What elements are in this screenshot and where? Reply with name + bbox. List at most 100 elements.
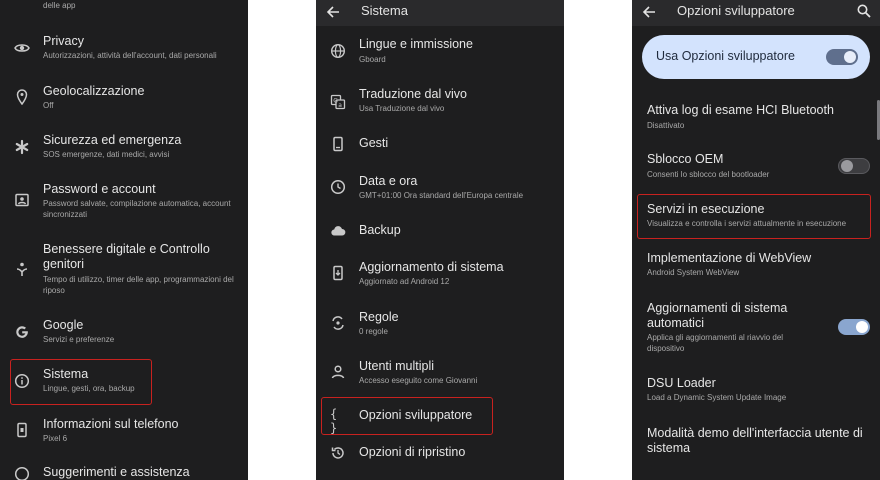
- list-item-live-translate[interactable]: Ga Traduzione dal vivo Usa Traduzione da…: [316, 84, 564, 120]
- list-item-languages[interactable]: Lingue e immissione Gboard: [316, 34, 564, 70]
- highlight-box-running-services: [637, 194, 871, 239]
- google-g-icon: [14, 323, 30, 339]
- item-title: Lingue e immissione: [359, 37, 473, 51]
- list-item-safety[interactable]: Sicurezza ed emergenza SOS emergenze, da…: [0, 129, 248, 165]
- item-subtitle: Autorizzazioni, attività dell'account, d…: [43, 51, 217, 60]
- privacy-eye-icon: [14, 40, 30, 56]
- item-title: Modalità demo dell'interfaccia utente di…: [647, 426, 863, 455]
- list-item-digital-wellbeing[interactable]: Benessere digitale e Controllo genitori …: [0, 238, 248, 300]
- highlight-box-developer-options: [321, 397, 493, 435]
- wellbeing-icon: [14, 261, 30, 277]
- master-toggle-label: Usa Opzioni sviluppatore: [656, 49, 795, 63]
- item-title: Gesti: [359, 136, 389, 150]
- item-title: Opzioni di ripristino: [359, 445, 466, 459]
- list-item-multiple-users[interactable]: Utenti multipli Accesso eseguito come Gi…: [316, 355, 564, 391]
- rules-icon: [330, 315, 346, 331]
- list-item-location[interactable]: Geolocalizzazione Off: [0, 80, 248, 116]
- item-subtitle: Tempo di utilizzo, timer delle app, prog…: [43, 275, 234, 295]
- list-item-demo-mode[interactable]: Modalità demo dell'interfaccia utente di…: [632, 423, 880, 463]
- list-item-auto-system-updates[interactable]: Aggiornamenti di sistema automatici Appl…: [632, 298, 880, 358]
- item-subtitle: Load a Dynamic System Update Image: [647, 393, 787, 402]
- location-pin-icon: [14, 89, 30, 105]
- item-subtitle: Password salvate, compilazione automatic…: [43, 199, 231, 219]
- system-settings-panel: Sistema Lingue e immissione Gboard Ga Tr…: [316, 0, 564, 480]
- item-subtitle: delle app: [43, 1, 76, 10]
- back-arrow-icon[interactable]: [642, 4, 656, 20]
- auto-updates-toggle[interactable]: [838, 319, 870, 335]
- translate-icon: Ga: [330, 94, 346, 110]
- list-item-help[interactable]: Suggerimenti e assistenza: [0, 462, 248, 480]
- item-title: Regole: [359, 310, 399, 324]
- list-item-backup[interactable]: Backup: [316, 219, 564, 243]
- list-item-dsu-loader[interactable]: DSU Loader Load a Dynamic System Update …: [632, 373, 880, 409]
- list-item-oem-unlock[interactable]: Sblocco OEM Consenti lo sblocco del boot…: [632, 149, 880, 185]
- highlight-box-system: [10, 359, 152, 405]
- developer-options-panel: Opzioni sviluppatore Usa Opzioni svilupp…: [632, 0, 880, 480]
- phone-icon: [14, 422, 30, 438]
- top-app-bar: Opzioni sviluppatore: [632, 0, 880, 26]
- item-subtitle: 0 regole: [359, 327, 388, 336]
- item-subtitle: Aggiornato ad Android 12: [359, 277, 450, 286]
- item-title: Google: [43, 318, 84, 332]
- item-subtitle: Off: [43, 101, 54, 110]
- user-icon: [330, 364, 346, 380]
- search-icon[interactable]: [856, 3, 872, 19]
- list-item-privacy[interactable]: Privacy Autorizzazioni, attività dell'ac…: [0, 30, 248, 70]
- item-title: Geolocalizzazione: [43, 84, 145, 98]
- clock-icon: [330, 179, 346, 195]
- help-icon: [14, 466, 30, 480]
- item-title: Backup: [359, 223, 401, 237]
- list-item-bluetooth-hci-log[interactable]: Attiva log di esame HCI Bluetooth Disatt…: [632, 100, 880, 136]
- list-item-date-time[interactable]: Data e ora GMT+01:00 Ora standard dell'E…: [316, 170, 564, 206]
- list-item-apps-partial[interactable]: delle app: [0, 0, 248, 14]
- asterisk-icon: [14, 139, 30, 155]
- cloud-backup-icon: [330, 223, 346, 239]
- top-app-bar: Sistema: [316, 0, 564, 26]
- list-item-rules[interactable]: Regole 0 regole: [316, 306, 564, 342]
- item-title: Password e account: [43, 182, 156, 196]
- item-subtitle: Disattivato: [647, 121, 685, 130]
- item-title: Implementazione di WebView: [647, 251, 812, 265]
- svg-text:a: a: [338, 102, 342, 109]
- item-title: Privacy: [43, 34, 84, 48]
- item-subtitle: Usa Traduzione dal vivo: [359, 104, 445, 113]
- system-update-icon: [330, 265, 346, 281]
- account-box-icon: [14, 192, 30, 208]
- item-subtitle: Gboard: [359, 55, 386, 64]
- item-title: Informazioni sul telefono: [43, 417, 179, 431]
- history-icon: [330, 445, 346, 461]
- item-subtitle: Consenti lo sblocco del bootloader: [647, 170, 770, 179]
- list-item-gestures[interactable]: Gesti: [316, 132, 564, 156]
- item-subtitle: Android System WebView: [647, 268, 740, 277]
- settings-panel-main: delle app Privacy Autorizzazioni, attivi…: [0, 0, 248, 480]
- item-title: Suggerimenti e assistenza: [43, 465, 190, 479]
- item-title: Traduzione dal vivo: [359, 87, 467, 101]
- master-toggle-switch[interactable]: [826, 49, 858, 65]
- item-title: Attiva log di esame HCI Bluetooth: [647, 103, 834, 117]
- back-arrow-icon[interactable]: [326, 4, 340, 20]
- item-subtitle: Accesso eseguito come Giovanni: [359, 376, 478, 385]
- item-title: Benessere digitale e Controllo genitori: [43, 242, 210, 271]
- item-title: DSU Loader: [647, 376, 716, 390]
- list-item-webview[interactable]: Implementazione di WebView Android Syste…: [632, 248, 880, 284]
- item-subtitle: GMT+01:00 Ora standard dell'Europa centr…: [359, 191, 524, 200]
- page-title: Sistema: [361, 3, 408, 18]
- item-title: Sicurezza ed emergenza: [43, 133, 182, 147]
- page-title: Opzioni sviluppatore: [677, 3, 795, 18]
- item-title: Utenti multipli: [359, 359, 435, 373]
- list-item-phone-info[interactable]: Informazioni sul telefono Pixel 6: [0, 413, 248, 449]
- item-title: Aggiornamento di sistema: [359, 260, 504, 274]
- list-item-google[interactable]: Google Servizi e preferenze: [0, 314, 248, 350]
- item-subtitle: Servizi e preferenze: [43, 335, 115, 344]
- list-item-passwords[interactable]: Password e account Password salvate, com…: [0, 178, 248, 224]
- item-title: Data e ora: [359, 174, 418, 188]
- oem-unlock-toggle[interactable]: [838, 158, 870, 174]
- globe-icon: [330, 43, 346, 59]
- item-subtitle: Pixel 6: [43, 434, 68, 443]
- gesture-phone-icon: [330, 136, 346, 152]
- list-item-system-update[interactable]: Aggiornamento di sistema Aggiornato ad A…: [316, 256, 564, 292]
- item-title: Aggiornamenti di sistema automatici: [647, 301, 788, 330]
- list-item-reset-options[interactable]: Opzioni di ripristino: [316, 441, 564, 465]
- use-developer-options-card[interactable]: Usa Opzioni sviluppatore: [642, 35, 870, 79]
- item-subtitle: SOS emergenze, dati medici, avvisi: [43, 150, 170, 159]
